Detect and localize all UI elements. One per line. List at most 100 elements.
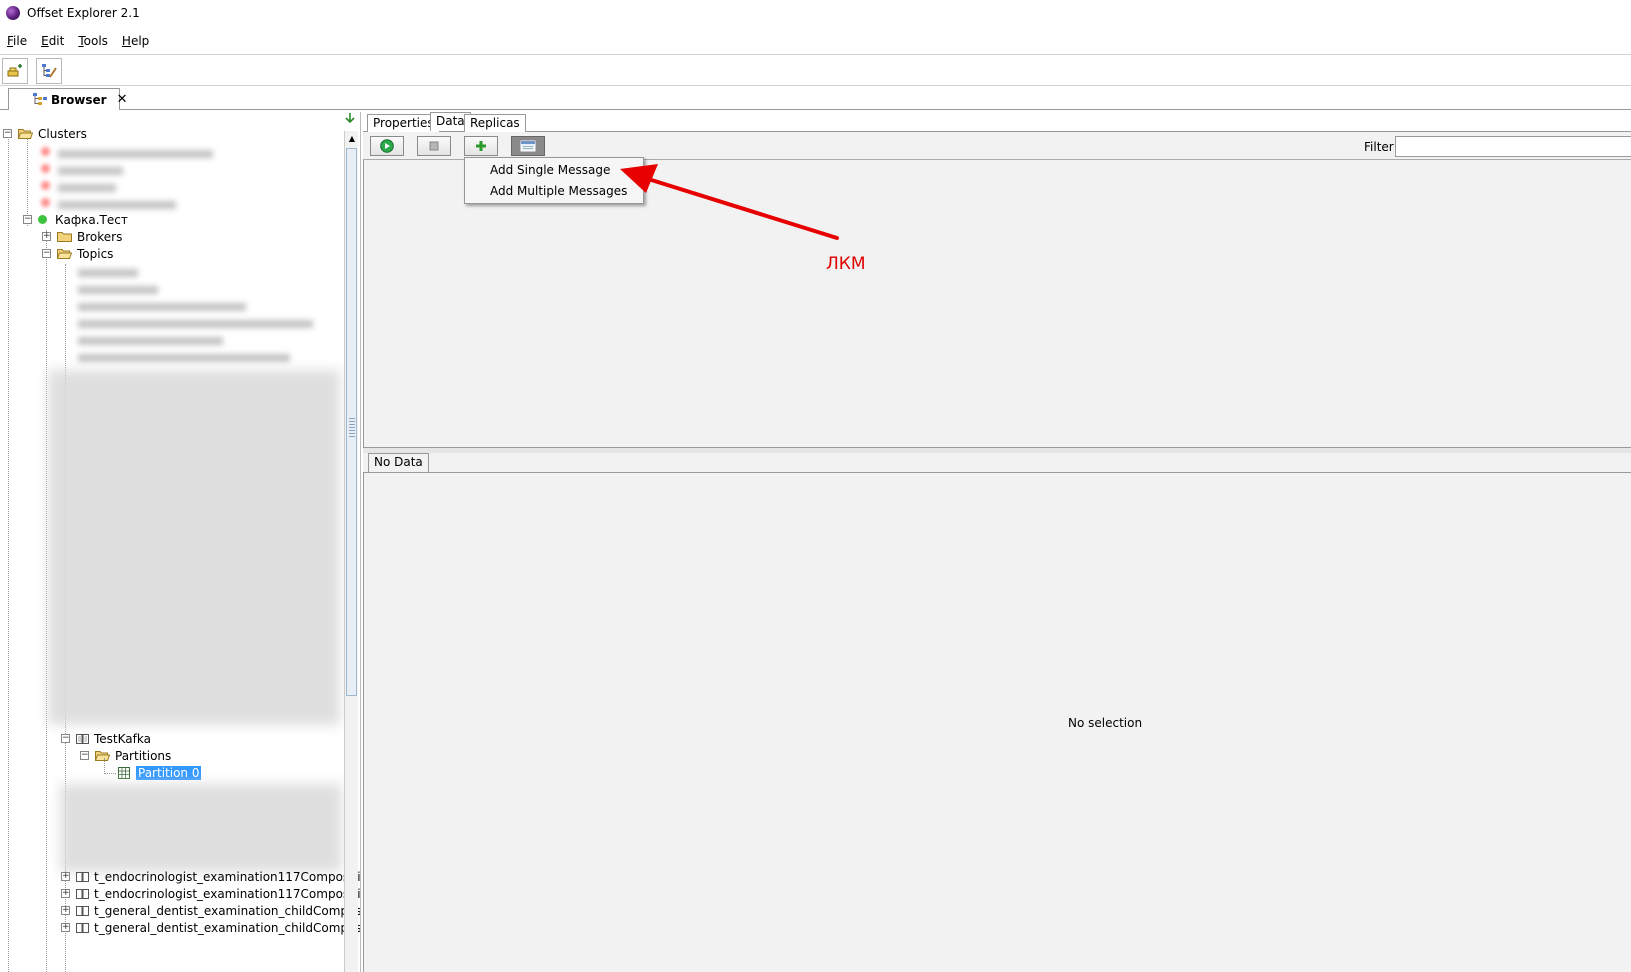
tree-node-topic[interactable]: + t_general_dentist_examination_childCom… [61, 902, 361, 919]
tree-node-clusters[interactable]: − Clusters [3, 125, 87, 142]
app-icon [6, 6, 20, 20]
tab-browser[interactable]: Browser ✕ [8, 88, 128, 110]
browser-tree-icon [33, 93, 47, 105]
topic-icon [76, 733, 89, 744]
collapse-icon[interactable]: − [42, 249, 51, 258]
tree-node-topic[interactable]: + t_endocrinologist_examination117Compos… [61, 885, 361, 902]
main-toolbar [0, 54, 1631, 86]
data-toolbar: Filter [363, 132, 1631, 160]
topic-icon [76, 871, 89, 882]
collapse-icon[interactable]: − [61, 734, 70, 743]
redacted-text [78, 303, 246, 311]
tree-node-label: Кафка.Тест [55, 212, 128, 227]
detail-tabs: Properties Data Replicas [363, 112, 1631, 132]
collapse-icon[interactable]: − [3, 129, 12, 138]
tree-node-label: t_general_dentist_examination_childCompo… [94, 903, 361, 918]
edit-connection-button[interactable] [36, 58, 62, 84]
scroll-thumb[interactable] [346, 148, 357, 696]
open-folder-icon [18, 129, 33, 139]
tree-node-partitions[interactable]: − Partitions [80, 747, 171, 764]
tree-node-cluster[interactable]: − Кафка.Тест [23, 211, 128, 228]
redacted-text [58, 201, 176, 209]
menu-file[interactable]: File [0, 34, 34, 48]
tree-node-label-selected: Partition 0 [136, 765, 202, 780]
collapse-icon[interactable]: − [23, 215, 32, 224]
redacted-text [78, 354, 290, 362]
redacted-text [58, 150, 213, 158]
tab-replicas[interactable]: Replicas [464, 114, 526, 132]
redacted-text [58, 184, 116, 192]
redacted-text [78, 286, 158, 294]
partition-icon [118, 766, 130, 779]
menu-bar: File Edit Tools Help [0, 30, 1631, 52]
cluster-tree-panel: − Clusters − Кафка.Тест + Brokers − Topi… [0, 112, 361, 972]
annotation-label: ЛКМ [826, 254, 866, 274]
topic-icon [76, 888, 89, 899]
expand-icon[interactable]: + [61, 906, 70, 915]
window-title: Offset Explorer 2.1 [27, 6, 140, 20]
collapse-panel-icon[interactable] [343, 112, 357, 126]
tab-no-data[interactable]: No Data [368, 453, 429, 472]
topic-icon [76, 922, 89, 933]
tree-scrollbar[interactable]: ▲ [344, 131, 358, 972]
title-bar: Offset Explorer 2.1 [0, 0, 1631, 26]
view-mode-button[interactable] [511, 136, 545, 156]
tree-node-topics[interactable]: − Topics [42, 245, 113, 262]
tree-guide [104, 773, 116, 774]
cluster-connected-icon [38, 215, 47, 224]
menu-edit[interactable]: Edit [34, 34, 71, 48]
add-connection-button[interactable] [2, 58, 28, 84]
tree-node-partition[interactable]: Partition 0 [118, 764, 202, 781]
tree-node-label: Clusters [38, 126, 87, 141]
topic-icon [76, 905, 89, 916]
tree-node-topic[interactable]: + t_general_dentist_examination_childCom… [61, 919, 361, 936]
filter-input[interactable] [1395, 136, 1631, 157]
add-message-button[interactable] [464, 136, 498, 156]
run-button[interactable] [370, 136, 404, 156]
close-icon[interactable]: ✕ [117, 92, 128, 107]
tree-node-label: Brokers [77, 229, 123, 244]
tree-guide [46, 230, 47, 972]
expand-icon[interactable]: + [61, 923, 70, 932]
menu-tools[interactable]: Tools [71, 34, 115, 48]
window-icon [520, 140, 536, 152]
tree-guide [8, 136, 9, 972]
folder-icon [57, 232, 72, 242]
stop-button[interactable] [417, 136, 451, 156]
tab-browser-label: Browser [51, 92, 107, 107]
tree-node-topic[interactable]: + t_endocrinologist_examination117Compos… [61, 868, 360, 885]
tree-guide [104, 758, 105, 774]
annotation-arrow [620, 164, 839, 240]
browser-tab-row: Browser ✕ [0, 88, 1631, 110]
tree-node-label: t_general_dentist_examination_childCompo… [94, 920, 361, 935]
cluster-status-dot [41, 147, 50, 156]
tab-properties[interactable]: Properties [367, 114, 440, 132]
tree-node-topic[interactable]: − TestKafka [61, 730, 151, 747]
message-detail-tabs: No Data [363, 453, 1631, 473]
redacted-text [78, 337, 223, 345]
tree-edit-icon [42, 64, 57, 78]
scroll-up-icon[interactable]: ▲ [345, 131, 359, 145]
stop-icon [429, 141, 439, 151]
add-connection-icon [7, 64, 22, 77]
expand-icon[interactable]: + [61, 889, 70, 898]
open-folder-icon [95, 751, 110, 761]
cluster-status-dot [41, 181, 50, 190]
redacted-region [48, 370, 340, 725]
expand-icon[interactable]: + [61, 872, 70, 881]
tree-node-label: Topics [77, 246, 114, 261]
tree-node-label: t_endocrinologist_examination117Composit… [94, 886, 361, 901]
scroll-grip [349, 417, 355, 437]
empty-state-text: No selection [1068, 716, 1143, 730]
expand-icon[interactable]: + [42, 232, 51, 241]
collapse-icon[interactable]: − [80, 751, 89, 760]
tree-node-label: TestKafka [94, 731, 151, 746]
redacted-text [78, 320, 313, 328]
play-icon [380, 139, 394, 153]
redacted-text [78, 269, 138, 277]
cluster-status-dot [41, 198, 50, 207]
open-folder-icon [57, 249, 72, 259]
tree-node-brokers[interactable]: + Brokers [42, 228, 122, 245]
menu-help[interactable]: Help [115, 34, 156, 48]
menu-item-add-single-message[interactable]: Add Single Message [490, 163, 610, 177]
